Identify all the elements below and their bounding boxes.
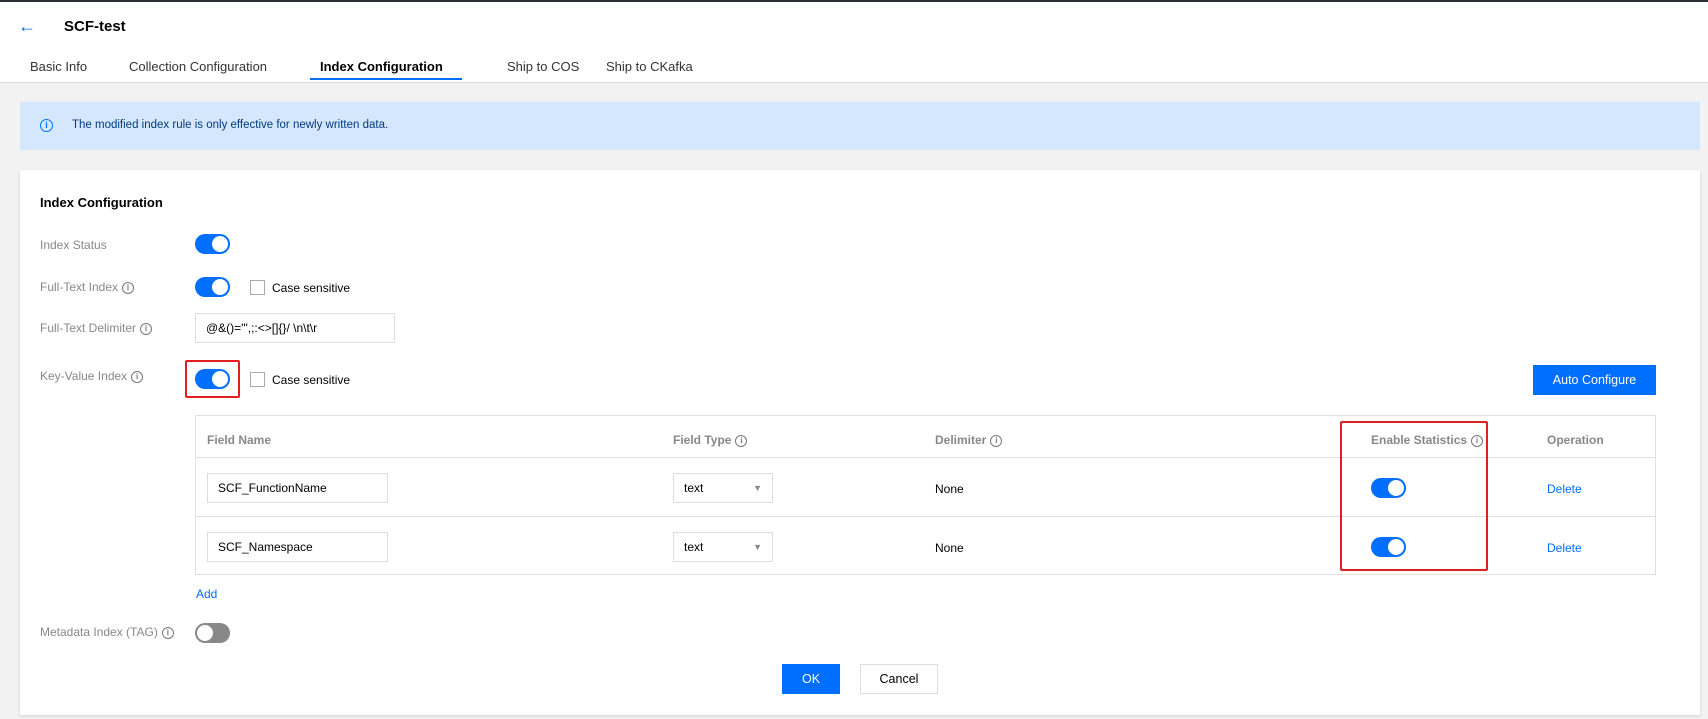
full-text-index-text: Full-Text Index bbox=[40, 280, 119, 294]
metadata-index-toggle[interactable] bbox=[195, 623, 230, 643]
field-name-input[interactable]: SCF_FunctionName bbox=[207, 473, 388, 503]
tab-basic-info[interactable]: Basic Info bbox=[30, 59, 87, 74]
delimiter-value: None bbox=[935, 482, 964, 496]
add-field-link[interactable]: Add bbox=[196, 587, 217, 601]
metadata-index-label: Metadata Index (TAG) i bbox=[40, 625, 174, 639]
help-icon[interactable]: i bbox=[122, 281, 135, 294]
field-type-select[interactable]: text ▼ bbox=[673, 532, 773, 562]
tab-index-configuration[interactable]: Index Configuration bbox=[320, 59, 443, 74]
delimiter-value: None bbox=[935, 541, 964, 555]
header-field-name: Field Name bbox=[207, 433, 272, 447]
header-delimiter-text: Delimiter bbox=[935, 433, 987, 447]
key-value-index-label: Key-Value Index i bbox=[40, 369, 144, 383]
field-type-value: text bbox=[684, 481, 704, 495]
info-icon: i bbox=[40, 119, 53, 132]
full-text-delimiter-input[interactable]: @&()='",;:<>[]{}/ \n\t\r bbox=[195, 313, 395, 343]
full-text-index-label: Full-Text Index i bbox=[40, 280, 135, 294]
header-delimiter: Delimiter i bbox=[935, 433, 1003, 447]
field-name-input[interactable]: SCF_Namespace bbox=[207, 532, 388, 562]
ok-button[interactable]: OK bbox=[782, 664, 840, 694]
help-icon[interactable]: i bbox=[131, 370, 144, 383]
section-title: Index Configuration bbox=[40, 195, 163, 210]
page-title: SCF-test bbox=[64, 18, 126, 35]
caret-down-icon: ▼ bbox=[753, 542, 762, 552]
metadata-index-text: Metadata Index (TAG) bbox=[40, 625, 158, 639]
help-icon[interactable]: i bbox=[735, 434, 748, 447]
key-value-case-sensitive-checkbox[interactable] bbox=[250, 372, 265, 387]
delete-link[interactable]: Delete bbox=[1547, 541, 1582, 555]
auto-configure-button[interactable]: Auto Configure bbox=[1533, 365, 1656, 395]
info-banner: i The modified index rule is only effect… bbox=[20, 102, 1700, 150]
header-field-type: Field Type i bbox=[673, 433, 748, 447]
tab-ship-to-cos[interactable]: Ship to COS bbox=[507, 59, 579, 74]
highlight-box bbox=[1340, 421, 1488, 571]
index-status-toggle[interactable] bbox=[195, 234, 230, 254]
index-status-label: Index Status bbox=[40, 238, 107, 252]
arrow-left-icon[interactable]: ← bbox=[18, 16, 36, 37]
full-text-delimiter-label: Full-Text Delimiter i bbox=[40, 321, 153, 335]
full-text-case-sensitive-checkbox[interactable] bbox=[250, 280, 265, 295]
case-sensitive-label: Case sensitive bbox=[272, 373, 351, 387]
help-icon[interactable]: i bbox=[140, 322, 153, 335]
field-type-select[interactable]: text ▼ bbox=[673, 473, 773, 503]
header-field-type-text: Field Type bbox=[673, 433, 732, 447]
active-tab-indicator bbox=[310, 78, 462, 80]
key-value-index-text: Key-Value Index bbox=[40, 369, 128, 383]
banner-text: The modified index rule is only effectiv… bbox=[72, 119, 389, 131]
cancel-button[interactable]: Cancel bbox=[860, 664, 938, 694]
key-value-index-toggle[interactable] bbox=[195, 369, 230, 389]
full-text-index-toggle[interactable] bbox=[195, 277, 230, 297]
field-type-value: text bbox=[684, 540, 704, 554]
help-icon[interactable]: i bbox=[161, 626, 174, 639]
tab-ship-to-ckafka[interactable]: Ship to CKafka bbox=[606, 59, 693, 74]
help-icon[interactable]: i bbox=[990, 434, 1003, 447]
case-sensitive-label: Case sensitive bbox=[272, 281, 351, 295]
header-operation: Operation bbox=[1547, 433, 1604, 447]
caret-down-icon: ▼ bbox=[753, 483, 762, 493]
full-text-delimiter-text: Full-Text Delimiter bbox=[40, 321, 137, 335]
tab-collection-configuration[interactable]: Collection Configuration bbox=[129, 59, 267, 74]
delete-link[interactable]: Delete bbox=[1547, 482, 1582, 496]
